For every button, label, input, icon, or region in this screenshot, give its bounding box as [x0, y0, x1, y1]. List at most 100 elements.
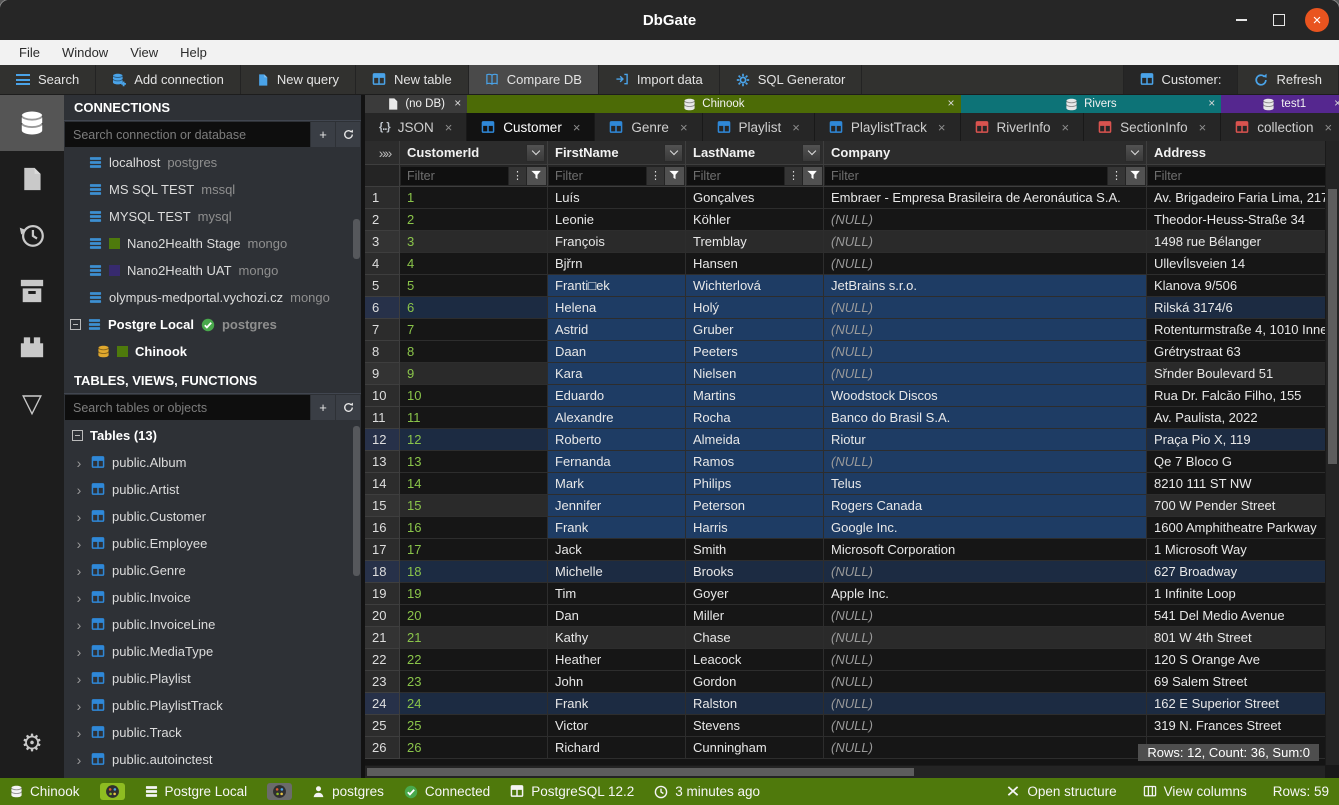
cell-firstname[interactable]: Astrid — [548, 319, 686, 341]
cell-firstname[interactable]: François — [548, 231, 686, 253]
column-header-firstname[interactable]: FirstName — [548, 141, 686, 165]
cell-firstname[interactable]: Jack — [548, 539, 686, 561]
chevron-right-icon[interactable]: › — [74, 698, 84, 714]
close-button[interactable]: × — [1305, 8, 1329, 32]
cell-firstname[interactable]: Kara — [548, 363, 686, 385]
cell-firstname[interactable]: Luís — [548, 187, 686, 209]
cell-address[interactable]: 120 S Orange Ave — [1147, 649, 1325, 671]
cell-lastname[interactable]: Köhler — [686, 209, 824, 231]
filter-input-firstname[interactable] — [549, 167, 646, 185]
filter-menu-icon[interactable]: ⋮ — [647, 167, 664, 185]
filter-input-company[interactable] — [825, 167, 1107, 185]
cell-address[interactable]: 319 N. Frances Street — [1147, 715, 1325, 737]
table-tree-item[interactable]: ›public.MediaType — [64, 638, 361, 665]
chevron-right-icon[interactable]: › — [74, 509, 84, 525]
cell-firstname[interactable]: Richard — [548, 737, 686, 759]
cell-address[interactable]: 1 Infinite Loop — [1147, 583, 1325, 605]
column-header-address[interactable]: Address — [1147, 141, 1325, 165]
cell-customerid[interactable]: 23 — [400, 671, 548, 693]
cell-firstname[interactable]: Tim — [548, 583, 686, 605]
table-tree-item[interactable]: ›public.Artist — [64, 476, 361, 503]
cell-firstname[interactable]: Daan — [548, 341, 686, 363]
cell-company[interactable]: (NULL) — [824, 253, 1147, 275]
cell-address[interactable]: Qe 7 Bloco G — [1147, 451, 1325, 473]
row-number[interactable]: 24 — [365, 693, 400, 715]
close-group-icon[interactable]: × — [1334, 96, 1339, 110]
cell-address[interactable]: Praça Pio X, 119 — [1147, 429, 1325, 451]
cell-lastname[interactable]: Harris — [686, 517, 824, 539]
cell-lastname[interactable]: Ralston — [686, 693, 824, 715]
tab-playlisttrack[interactable]: PlaylistTrack× — [815, 113, 961, 141]
row-number[interactable]: 8 — [365, 341, 400, 363]
cell-company[interactable]: (NULL) — [824, 451, 1147, 473]
tab-group-header[interactable]: test1× — [1221, 95, 1339, 113]
tab-riverinfo[interactable]: RiverInfo× — [961, 113, 1085, 141]
cell-lastname[interactable]: Hansen — [686, 253, 824, 275]
filter-menu-icon[interactable]: ⋮ — [1108, 167, 1125, 185]
cell-customerid[interactable]: 6 — [400, 297, 548, 319]
cell-company[interactable]: (NULL) — [824, 715, 1147, 737]
cell-company[interactable]: (NULL) — [824, 561, 1147, 583]
menu-item-file[interactable]: File — [8, 40, 51, 65]
row-number[interactable]: 15 — [365, 495, 400, 517]
cell-lastname[interactable]: Philips — [686, 473, 824, 495]
row-number[interactable]: 18 — [365, 561, 400, 583]
chevron-right-icon[interactable]: › — [74, 536, 84, 552]
table-tree-item[interactable]: ›public.Employee — [64, 530, 361, 557]
row-number[interactable]: 7 — [365, 319, 400, 341]
connection-item[interactable]: olympus-medportal.vychozi.czmongo — [64, 284, 361, 311]
cell-company[interactable]: (NULL) — [824, 231, 1147, 253]
cell-customerid[interactable]: 19 — [400, 583, 548, 605]
chevron-right-icon[interactable]: › — [74, 455, 84, 471]
cell-customerid[interactable]: 18 — [400, 561, 548, 583]
activity-bar-item-plugins[interactable] — [0, 319, 64, 375]
toolbar-button-search[interactable]: Search — [0, 65, 96, 94]
connection-item[interactable]: Nano2Health UATmongo — [64, 257, 361, 284]
cell-lastname[interactable]: Brooks — [686, 561, 824, 583]
activity-bar-item-history[interactable] — [0, 207, 64, 263]
cell-lastname[interactable]: Wichterlová — [686, 275, 824, 297]
row-number[interactable]: 12 — [365, 429, 400, 451]
cell-lastname[interactable]: Chase — [686, 627, 824, 649]
row-number[interactable]: 21 — [365, 627, 400, 649]
table-tree-item[interactable]: ›public.Playlist — [64, 665, 361, 692]
connections-scrollbar[interactable] — [353, 149, 360, 368]
cell-firstname[interactable]: Bjřrn — [548, 253, 686, 275]
cell-company[interactable]: Telus — [824, 473, 1147, 495]
close-tab-icon[interactable]: × — [445, 120, 453, 135]
cell-address[interactable]: 162 E Superior Street — [1147, 693, 1325, 715]
cell-company[interactable]: Rogers Canada — [824, 495, 1147, 517]
activity-bar-item-single-database[interactable]: ▽ — [0, 375, 64, 431]
cell-customerid[interactable]: 21 — [400, 627, 548, 649]
tab-json[interactable]: {..}JSON× — [365, 113, 467, 141]
cell-lastname[interactable]: Goyer — [686, 583, 824, 605]
cell-company[interactable]: (NULL) — [824, 671, 1147, 693]
column-menu-button[interactable] — [526, 144, 545, 162]
cell-company[interactable]: (NULL) — [824, 209, 1147, 231]
cell-address[interactable]: 69 Salem Street — [1147, 671, 1325, 693]
close-group-icon[interactable]: × — [1208, 96, 1215, 110]
cell-firstname[interactable]: Frank — [548, 693, 686, 715]
tab-group-header[interactable]: (no DB)× — [365, 95, 467, 113]
connection-item[interactable]: localhostpostgres — [64, 149, 361, 176]
cell-company[interactable]: Google Inc. — [824, 517, 1147, 539]
row-number[interactable]: 10 — [365, 385, 400, 407]
cell-customerid[interactable]: 15 — [400, 495, 548, 517]
row-number[interactable]: 23 — [365, 671, 400, 693]
tables-search-input[interactable] — [65, 395, 310, 420]
cell-firstname[interactable]: Mark — [548, 473, 686, 495]
refresh-button[interactable]: Refresh — [1238, 65, 1339, 94]
refresh-tables-button[interactable] — [335, 395, 360, 420]
row-number[interactable]: 22 — [365, 649, 400, 671]
cell-lastname[interactable]: Stevens — [686, 715, 824, 737]
row-number[interactable]: 14 — [365, 473, 400, 495]
tab-playlist[interactable]: Playlist× — [703, 113, 815, 141]
cell-lastname[interactable]: Gordon — [686, 671, 824, 693]
toolbar-button-add-connection[interactable]: Add connection — [96, 65, 241, 94]
cell-company[interactable]: Microsoft Corporation — [824, 539, 1147, 561]
cell-company[interactable]: (NULL) — [824, 737, 1147, 759]
cell-lastname[interactable]: Leacock — [686, 649, 824, 671]
cell-customerid[interactable]: 3 — [400, 231, 548, 253]
settings-button[interactable]: ⚙ — [0, 716, 64, 772]
column-menu-button[interactable] — [802, 144, 821, 162]
